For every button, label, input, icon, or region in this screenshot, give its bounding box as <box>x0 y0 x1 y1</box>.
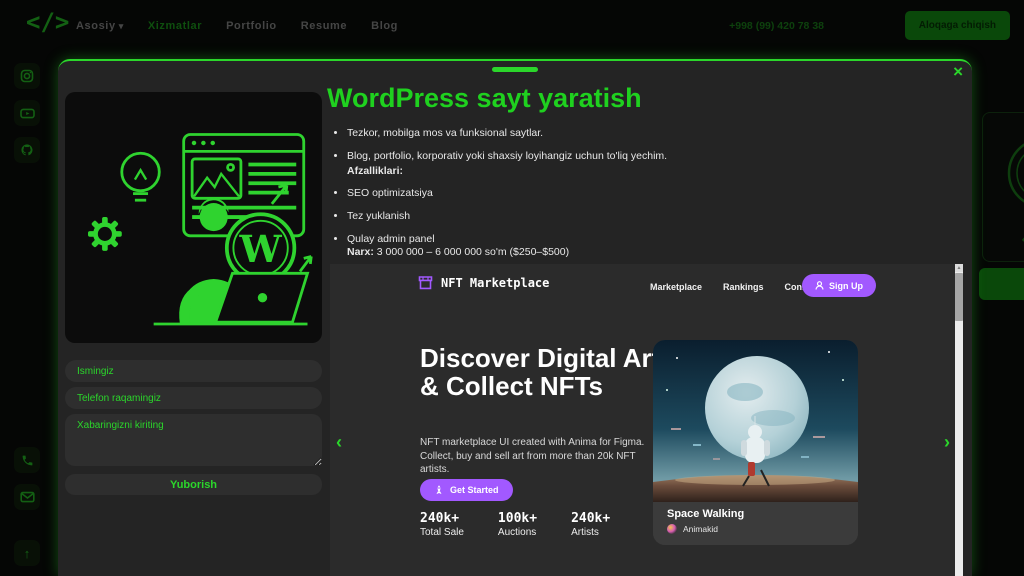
price-line: Narx: 3 000 000 – 6 000 000 so'm ($250–$… <box>347 246 947 259</box>
nft-card[interactable]: Space Walking Animakid <box>653 340 858 545</box>
nft-nav-marketplace[interactable]: Marketplace <box>650 282 702 292</box>
list-item: Tez yuklanish <box>347 210 947 223</box>
preview-scrollbar[interactable]: ▲ <box>955 264 963 576</box>
phone-input[interactable] <box>65 387 322 409</box>
service-modal: × <box>58 59 972 576</box>
nft-hero-title: Discover Digital Art & Collect NFTs <box>420 344 670 400</box>
stat-total-sale: 240k+ Total Sale <box>420 511 464 538</box>
list-item: Qulay admin panel Narx: 3 000 000 – 6 00… <box>347 233 947 259</box>
nft-card-footer: Space Walking Animakid <box>653 502 858 545</box>
feature-list: Tezkor, mobilga mos va funksional saytla… <box>347 127 947 268</box>
svg-text:W: W <box>238 227 282 271</box>
stat-auctions: 100k+ Auctions <box>498 511 537 538</box>
list-item: Blog, portfolio, korporativ yoki shaxsiy… <box>347 150 947 178</box>
nft-hero-subtitle: NFT marketplace UI created with Anima fo… <box>420 436 658 477</box>
wordpress-illustration: W <box>65 92 322 343</box>
rocket-icon <box>434 485 444 495</box>
nft-card-title: Space Walking <box>667 508 844 520</box>
modal-title: WordPress sayt yaratish <box>327 83 642 114</box>
portfolio-preview-frame: NFT Marketplace Marketplace Rankings Con… <box>330 264 963 576</box>
space-walking-image <box>653 340 858 502</box>
modal-drag-handle[interactable] <box>492 67 538 72</box>
submit-button[interactable]: Yuborish <box>65 474 322 495</box>
name-input[interactable] <box>65 360 322 382</box>
list-item: Tezkor, mobilga mos va funksional saytla… <box>347 127 947 140</box>
nft-brand-label: NFT Marketplace <box>441 276 549 290</box>
close-icon[interactable]: × <box>953 62 963 82</box>
carousel-prev-button[interactable]: ‹ <box>336 434 342 450</box>
message-textarea[interactable] <box>65 414 322 466</box>
scrollbar-thumb[interactable] <box>955 273 963 321</box>
nft-brand[interactable]: NFT Marketplace <box>418 276 549 290</box>
subheading: Afzalliklari: <box>347 165 947 178</box>
user-icon <box>815 281 824 290</box>
get-started-button[interactable]: Get Started <box>420 479 513 501</box>
avatar <box>667 524 677 534</box>
list-item: SEO optimizatsiya <box>347 187 947 200</box>
stat-artists: 240k+ Artists <box>571 511 610 538</box>
page: </> Asosiy▾ Xizmatlar Portfolio Resume B… <box>0 0 1024 576</box>
storefront-icon <box>418 276 433 290</box>
nft-card-creator: Animakid <box>667 524 844 534</box>
wordpress-illustration-svg: W <box>73 100 315 336</box>
nft-signup-button[interactable]: Sign Up <box>802 274 876 297</box>
scrollbar-up-icon[interactable]: ▲ <box>955 264 963 272</box>
nft-nav-rankings[interactable]: Rankings <box>723 282 764 292</box>
nft-stats: 240k+ Total Sale 100k+ Auctions 240k+ Ar… <box>420 511 610 538</box>
carousel-next-button[interactable]: › <box>944 434 950 450</box>
